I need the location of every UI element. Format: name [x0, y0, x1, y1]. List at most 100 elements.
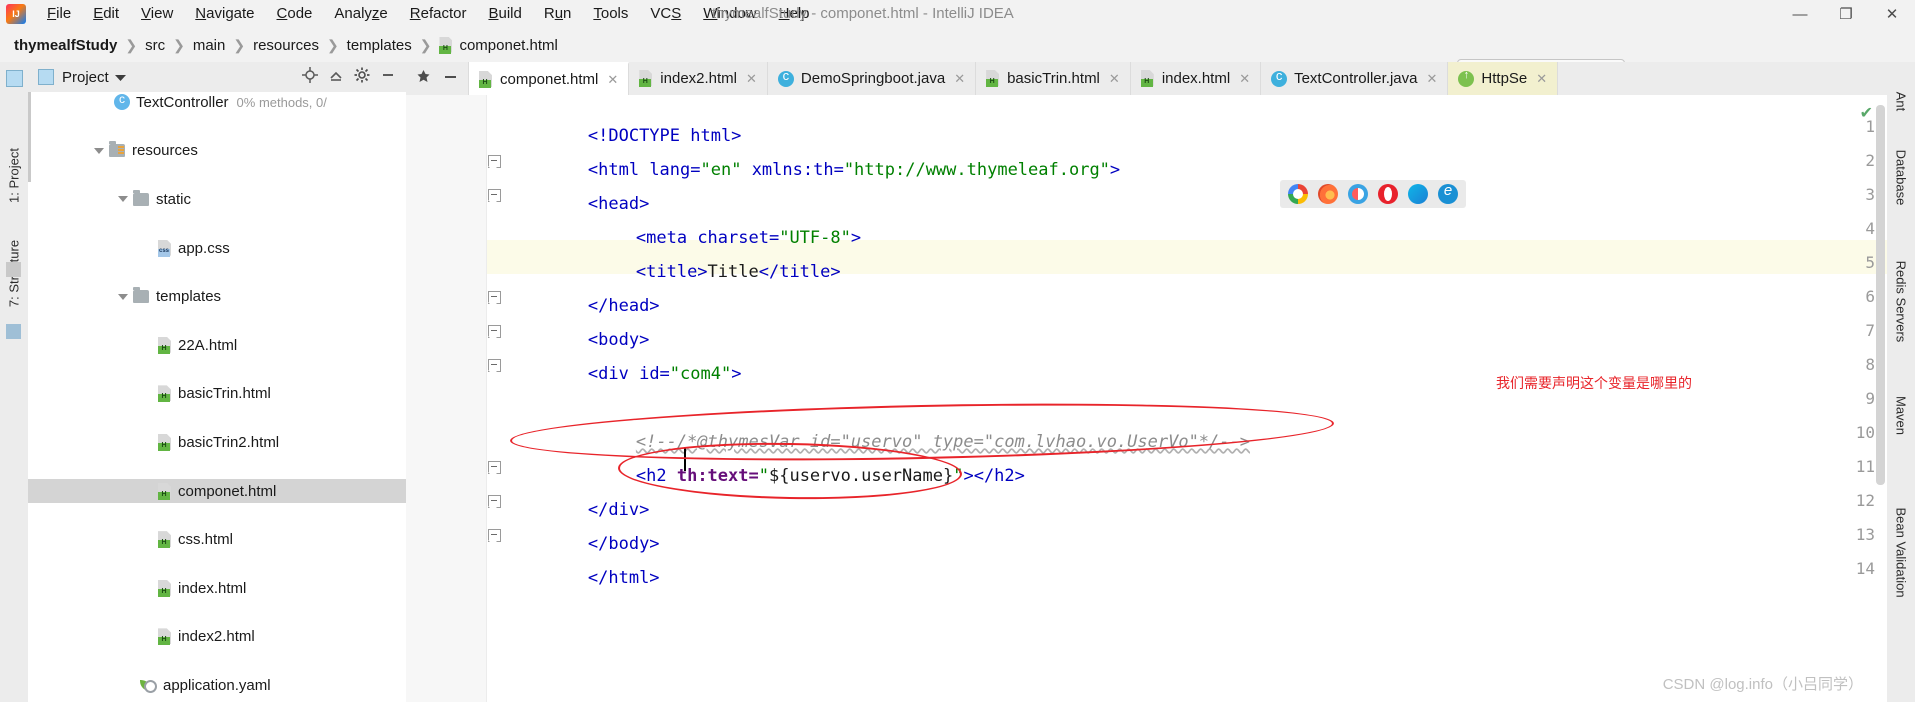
close-icon[interactable]: ✕ [954, 71, 965, 87]
fold-marker-head[interactable] [487, 189, 502, 205]
minimize-icon[interactable] [443, 69, 458, 88]
code-line-8: <div id="com4"> [506, 349, 742, 400]
tab-demospringboot-java[interactable]: DemoSpringboot.java ✕ [767, 62, 977, 95]
java-class-icon [114, 92, 130, 111]
title-bar: File Edit View Navigate Code Analyze Ref… [0, 0, 1915, 28]
chevron-down-icon[interactable] [114, 69, 126, 86]
menu-item-tools[interactable]: Tools [582, 0, 639, 28]
code-token: xmlns:th= [741, 160, 844, 180]
fold-marker-div[interactable] [487, 359, 502, 375]
tab-componet-html[interactable]: componet.html ✕ [469, 62, 630, 95]
annotation-note: 我们需要声明这个变量是哪里的 [1496, 375, 1692, 391]
breadcrumb-resources[interactable]: resources [253, 37, 319, 54]
breadcrumb-file[interactable]: componet.html [439, 36, 558, 54]
sidebar-item-bean-validation[interactable]: Bean Validation [1887, 482, 1915, 622]
gear-icon[interactable] [354, 67, 370, 87]
chrome-icon[interactable] [1288, 184, 1308, 204]
tree-item-css-html[interactable]: css.html [28, 527, 406, 552]
tree-item-resources[interactable]: resources [28, 139, 406, 164]
code-token: > [731, 364, 742, 384]
minimize-button[interactable]: — [1777, 0, 1823, 28]
sidebar-item-database[interactable]: Database [1887, 128, 1915, 228]
http-request-icon [1458, 69, 1475, 87]
tree-item-componet-html[interactable]: componet.html [28, 478, 406, 504]
tree-item-index-html[interactable]: index.html [28, 576, 406, 601]
close-icon[interactable]: ✕ [1536, 71, 1547, 87]
breadcrumb-templates[interactable]: templates [347, 37, 412, 54]
menu-item-code[interactable]: Code [266, 0, 324, 28]
menu-item-navigate[interactable]: Navigate [184, 0, 265, 28]
code-token: > [850, 228, 862, 248]
fold-marker-head-end[interactable] [487, 291, 502, 307]
fold-marker-body[interactable] [487, 325, 502, 341]
close-icon[interactable]: ✕ [1239, 71, 1250, 87]
code-editor[interactable]: 1 2 3 4 5 6 7 8 9 10 11 12 13 14 <!DOCTY… [406, 95, 1887, 702]
project-tree[interactable]: TextController 0% methods, 0/ resources … [28, 92, 406, 702]
menu-item-file[interactable]: File [36, 0, 82, 28]
tree-item-label: componet.html [178, 482, 277, 500]
fold-marker-html[interactable] [487, 155, 502, 171]
tree-item-application-yaml[interactable]: application.yaml [28, 673, 406, 698]
close-icon[interactable]: ✕ [607, 72, 618, 88]
hide-icon[interactable] [380, 67, 396, 87]
tree-item-static[interactable]: static [28, 187, 406, 212]
fold-marker-html-end[interactable] [487, 529, 502, 545]
opera-icon[interactable] [1378, 184, 1398, 204]
tree-item-app-css[interactable]: app.css [28, 236, 406, 261]
pin-icon[interactable] [416, 69, 431, 88]
tree-item-basictrin2-html[interactable]: basicTrin2.html [28, 430, 406, 455]
tree-item-basictrin-html[interactable]: basicTrin.html [28, 382, 406, 407]
sidebar-item-redis[interactable]: Redis Servers [1887, 242, 1915, 362]
editor-vertical-scrollbar[interactable] [1876, 105, 1885, 485]
collapse-all-icon[interactable] [328, 67, 344, 87]
breadcrumb-project[interactable]: thymealfStudy [14, 37, 117, 54]
favorites-tool-icon[interactable] [6, 324, 21, 339]
code-token: <head> [587, 194, 650, 214]
locate-icon[interactable] [302, 67, 318, 87]
line-number: 3 [1865, 185, 1875, 204]
structure-tool-icon[interactable] [6, 262, 21, 277]
breadcrumb-src[interactable]: src [145, 37, 165, 54]
menu-item-view[interactable]: View [130, 0, 184, 28]
tab-basictrin-html[interactable]: basicTrin.html ✕ [976, 62, 1131, 95]
menu-item-analyze[interactable]: Analyze [323, 0, 398, 28]
sidebar-item-maven[interactable]: Maven [1887, 382, 1915, 452]
sidebar-item-project[interactable]: 1: Project [0, 132, 28, 216]
menu-item-refactor[interactable]: Refactor [399, 0, 478, 28]
line-number: 5 [1865, 253, 1875, 272]
tree-item-index2-html[interactable]: index2.html [28, 625, 406, 650]
ie-icon[interactable] [1438, 182, 1458, 204]
tree-item-textcontroller[interactable]: TextController 0% methods, 0/ [28, 92, 406, 115]
close-icon[interactable]: ✕ [746, 71, 757, 87]
navigation-bar: thymealfStudy ❯ src ❯ main ❯ resources ❯… [0, 28, 1915, 87]
close-button[interactable]: ✕ [1869, 0, 1915, 28]
tab-textcontroller-java[interactable]: TextController.java ✕ [1261, 62, 1449, 95]
browser-preview-bar[interactable] [1280, 180, 1466, 208]
project-tool-icon[interactable] [6, 70, 23, 87]
tree-item-templates[interactable]: templates [28, 284, 406, 309]
menu-item-edit[interactable]: Edit [82, 0, 130, 28]
firefox-icon[interactable] [1318, 184, 1338, 204]
close-icon[interactable]: ✕ [1427, 71, 1438, 87]
breadcrumb-main[interactable]: main [193, 37, 226, 54]
chevron-down-icon[interactable] [118, 196, 128, 203]
edge-icon[interactable] [1408, 184, 1428, 204]
chevron-down-icon[interactable] [94, 147, 104, 154]
css-file-icon [158, 239, 172, 257]
tree-item-22a-html[interactable]: 22A.html [28, 333, 406, 358]
fold-marker-div-end[interactable] [487, 461, 502, 477]
inspection-status-icon[interactable]: ✔ [1860, 103, 1873, 123]
close-icon[interactable]: ✕ [1109, 71, 1120, 87]
right-tool-window-strip: Ant Database Redis Servers Maven Bean Va… [1886, 62, 1915, 702]
tab-index2-html[interactable]: index2.html ✕ [629, 62, 768, 95]
tab-httpse[interactable]: HttpSe ✕ [1448, 62, 1559, 95]
menu-item-run[interactable]: Run [533, 0, 583, 28]
menu-item-vcs[interactable]: VCS [639, 0, 692, 28]
fold-marker-body-end[interactable] [487, 495, 502, 511]
safari-icon[interactable] [1348, 184, 1368, 204]
menu-item-build[interactable]: Build [477, 0, 532, 28]
maximize-button[interactable]: ❐ [1823, 0, 1869, 28]
sidebar-item-ant[interactable]: Ant [1887, 76, 1915, 126]
chevron-down-icon[interactable] [118, 293, 128, 300]
tab-index-html[interactable]: index.html ✕ [1130, 62, 1262, 95]
